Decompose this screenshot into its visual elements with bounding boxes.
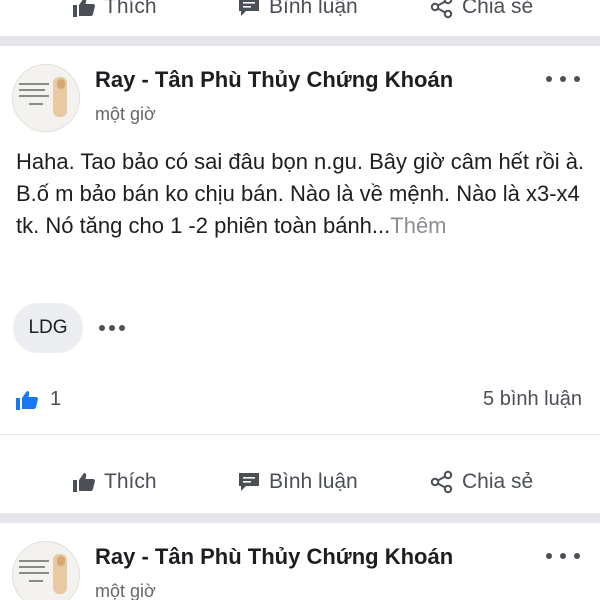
post-body: Haha. Tao bảo có sai đâu bọn n.gu. Bây g… xyxy=(16,146,586,242)
share-label: Chia sẻ xyxy=(462,0,534,18)
post-time[interactable]: một giờ xyxy=(95,104,156,125)
share-icon xyxy=(430,0,454,19)
avatar-image xyxy=(13,542,79,600)
stock-tag-chip[interactable]: LDG xyxy=(13,303,83,353)
see-more-link[interactable]: Thêm xyxy=(390,213,446,238)
more-options-icon[interactable] xyxy=(546,546,580,566)
like-label: Thích xyxy=(104,0,157,18)
share-button[interactable]: Chia sẻ xyxy=(430,0,533,19)
avatar[interactable] xyxy=(12,541,80,600)
thumbs-up-icon xyxy=(72,471,96,493)
like-button[interactable]: Thích xyxy=(72,470,157,494)
comment-icon xyxy=(237,471,261,493)
tag-more-icon[interactable] xyxy=(99,325,125,331)
share-icon xyxy=(430,470,454,494)
post-text: Haha. Tao bảo có sai đâu bọn n.gu. Bây g… xyxy=(16,149,585,238)
like-reaction-icon xyxy=(14,389,40,411)
thumbs-up-icon xyxy=(72,0,96,18)
action-divider xyxy=(0,434,600,435)
comment-count[interactable]: 5 bình luận xyxy=(483,388,582,411)
share-button[interactable]: Chia sẻ xyxy=(430,470,533,494)
avatar[interactable] xyxy=(12,64,80,132)
like-count: 1 xyxy=(50,388,62,410)
like-button[interactable]: Thích xyxy=(72,0,157,19)
comment-button[interactable]: Bình luận xyxy=(237,470,358,494)
post-separator xyxy=(0,36,600,46)
comment-label: Bình luận xyxy=(269,0,358,18)
like-label: Thích xyxy=(104,470,157,493)
reaction-summary[interactable]: 1 xyxy=(14,388,61,411)
previous-post-action-bar: Thích Bình luận Chia sẻ xyxy=(0,0,600,30)
comment-icon xyxy=(237,0,261,18)
post-author[interactable]: Ray - Tân Phù Thủy Chứng Khoán xyxy=(95,544,453,570)
feed-page: Thích Bình luận Chia sẻ Ray - Tân Phù Th… xyxy=(0,0,600,600)
avatar-image xyxy=(13,65,79,131)
comment-button[interactable]: Bình luận xyxy=(237,0,358,19)
post-action-bar: Thích Bình luận Chia sẻ xyxy=(0,459,600,505)
post-separator xyxy=(0,513,600,523)
share-label: Chia sẻ xyxy=(462,470,534,493)
post-time[interactable]: một giờ xyxy=(95,581,156,600)
post-author[interactable]: Ray - Tân Phù Thủy Chứng Khoán xyxy=(95,67,453,93)
comment-label: Bình luận xyxy=(269,470,358,493)
more-options-icon[interactable] xyxy=(546,69,580,89)
